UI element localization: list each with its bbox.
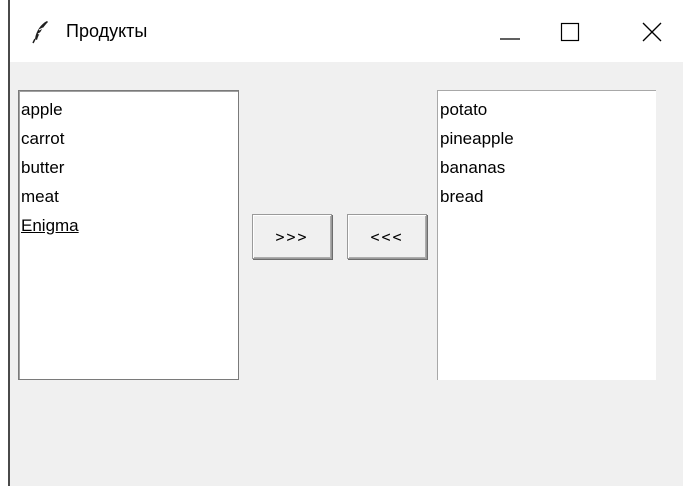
list-item[interactable]: bread	[440, 182, 656, 211]
maximize-icon	[560, 22, 580, 42]
close-icon	[642, 22, 662, 42]
title-bar[interactable]: Продукты	[10, 0, 683, 62]
list-item[interactable]: carrot	[21, 124, 238, 153]
move-right-button[interactable]: >>>	[252, 214, 332, 259]
left-listbox[interactable]: apple carrot butter meat Enigma	[18, 90, 239, 380]
feather-icon	[32, 20, 50, 44]
window-left-edge	[0, 0, 10, 486]
list-item[interactable]: meat	[21, 182, 238, 211]
list-item[interactable]: potato	[440, 95, 656, 124]
list-item[interactable]: bananas	[440, 153, 656, 182]
maximize-button[interactable]	[546, 14, 594, 50]
list-item-active[interactable]: Enigma	[21, 211, 238, 240]
right-listbox[interactable]: potato pineapple bananas bread	[437, 90, 656, 380]
minimize-button[interactable]	[486, 14, 534, 50]
close-button[interactable]	[628, 14, 676, 50]
list-item[interactable]: butter	[21, 153, 238, 182]
minimize-icon	[500, 38, 520, 40]
move-left-button[interactable]: <<<	[347, 214, 427, 259]
list-item[interactable]: apple	[21, 95, 238, 124]
list-item[interactable]: pineapple	[440, 124, 656, 153]
window-title: Продукты	[66, 21, 148, 41]
